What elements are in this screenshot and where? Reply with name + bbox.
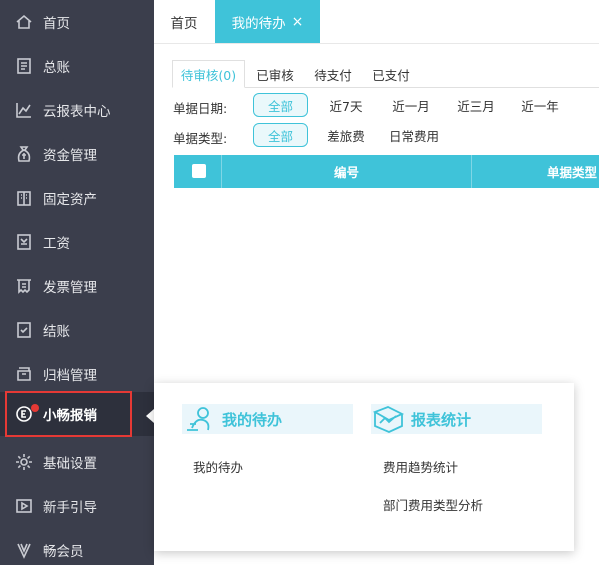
sidebar-item-label: 总账 [43, 60, 70, 76]
notification-dot [31, 404, 39, 412]
home-icon [15, 13, 33, 31]
submenu-group-report-title: 报表统计 [411, 410, 472, 429]
select-all-checkbox[interactable] [192, 164, 206, 178]
sidebar-item-label: 畅会员 [43, 544, 84, 560]
close-icon[interactable]: × [292, 14, 304, 30]
sidebar-item-label: 资金管理 [43, 148, 97, 164]
tab-pending-payment[interactable]: 待支付 [305, 60, 361, 88]
tab-pending-review[interactable]: 待审核(0) [172, 60, 245, 88]
date-filter-label: 单据日期: [173, 101, 228, 116]
ledger-icon [15, 57, 33, 75]
column-divider [471, 155, 472, 188]
type-filter-daily[interactable]: 日常费用 [382, 123, 446, 147]
submenu-group-report-header: 报表统计 [371, 404, 542, 434]
sidebar-item-fund[interactable]: 资金管理 [0, 132, 154, 176]
tab-reviewed[interactable]: 已审核 [247, 60, 303, 88]
sidebar-item-label: 固定资产 [43, 192, 97, 208]
submenu-pointer [146, 409, 154, 423]
chart-icon [15, 101, 33, 119]
sidebar-item-label: 小畅报销 [43, 408, 97, 424]
sidebar-item-label: 结账 [43, 324, 70, 340]
sidebar-item-fixed-assets[interactable]: 固定资产 [0, 176, 154, 220]
sidebar-item-label: 工资 [43, 236, 70, 252]
archive-icon [15, 365, 33, 383]
submenu-link-dept-cost-analysis[interactable]: 部门费用类型分析 [383, 495, 483, 514]
money-bag-icon [15, 145, 33, 163]
table-header: 编号 单据类型 [174, 155, 599, 188]
date-filter-1year[interactable]: 近一年 [513, 93, 567, 117]
type-filter-label: 单据类型: [173, 131, 228, 146]
sidebar-item-settings[interactable]: 基础设置 [0, 440, 154, 484]
tab-my-todo-label: 我的待办 [231, 15, 286, 32]
video-guide-icon [15, 497, 33, 515]
building-icon [15, 189, 33, 207]
submenu-link-my-todo[interactable]: 我的待办 [193, 457, 243, 476]
report-stats-icon [371, 404, 407, 434]
tab-home[interactable]: 首页 [154, 0, 214, 43]
submenu-link-cost-trend[interactable]: 费用趋势统计 [383, 457, 458, 476]
sidebar-item-archive[interactable]: 归档管理 [0, 352, 154, 396]
status-tabs: 待审核(0) 已审核 待支付 已支付 [172, 60, 599, 88]
checkout-icon [15, 321, 33, 339]
submenu-group-todo-header: 我的待办 [182, 404, 353, 434]
sidebar-item-label: 新手引导 [43, 500, 97, 516]
sidebar-item-report-center[interactable]: 云报表中心 [0, 88, 154, 132]
sidebar: 首页 总账 云报表中心 资金管理 固定资产 工资 发票管理 结账 归档管理 小畅… [0, 0, 154, 565]
sidebar-item-guide[interactable]: 新手引导 [0, 484, 154, 528]
sidebar-item-vip[interactable]: 畅会员 [0, 528, 154, 572]
sidebar-item-home[interactable]: 首页 [0, 0, 154, 44]
invoice-icon [15, 277, 33, 295]
vip-icon [15, 541, 33, 559]
date-filter-all[interactable]: 全部 [253, 93, 308, 117]
sidebar-item-label: 首页 [43, 16, 70, 32]
sidebar-item-reimburse[interactable]: 小畅报销 [0, 392, 154, 436]
submenu-group-todo-title: 我的待办 [222, 410, 283, 429]
reimburse-submenu: 我的待办 我的待办 报表统计 费用趋势统计 部门费用类型分析 [154, 383, 574, 551]
type-filter-all[interactable]: 全部 [253, 123, 308, 147]
tab-paid[interactable]: 已支付 [363, 60, 419, 88]
sidebar-item-checkout[interactable]: 结账 [0, 308, 154, 352]
user-todo-icon [182, 404, 218, 434]
sidebar-item-salary[interactable]: 工资 [0, 220, 154, 264]
salary-icon [15, 233, 33, 251]
sidebar-item-label: 云报表中心 [43, 104, 111, 120]
tab-home-label: 首页 [170, 15, 198, 32]
sidebar-item-label: 发票管理 [43, 280, 97, 296]
column-divider [221, 155, 222, 188]
top-tab-bar: 首页 我的待办 × [154, 0, 599, 44]
column-header-number[interactable]: 编号 [334, 155, 359, 188]
date-filter-1month[interactable]: 近一月 [384, 93, 438, 117]
sidebar-item-label: 归档管理 [43, 368, 97, 384]
type-filter-travel[interactable]: 差旅费 [318, 123, 374, 147]
sidebar-item-invoice[interactable]: 发票管理 [0, 264, 154, 308]
sidebar-item-label: 基础设置 [43, 456, 97, 472]
gear-icon [15, 453, 33, 471]
date-filter-3months[interactable]: 近三月 [449, 93, 503, 117]
date-filter-7days[interactable]: 近7天 [320, 93, 372, 117]
tab-my-todo[interactable]: 我的待办 × [215, 0, 320, 43]
sidebar-item-ledger[interactable]: 总账 [0, 44, 154, 88]
column-header-doc-type[interactable]: 单据类型 [547, 155, 597, 188]
